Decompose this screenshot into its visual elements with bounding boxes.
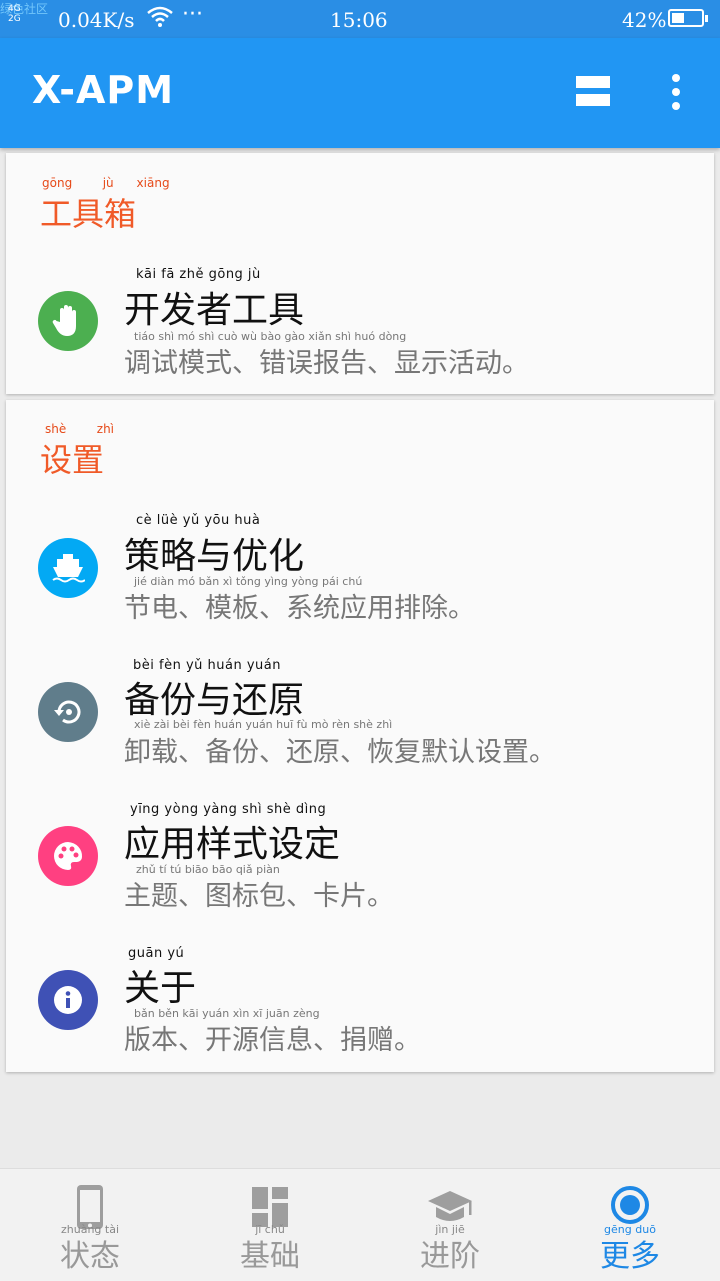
- item-title: 应用样式设定: [124, 824, 341, 865]
- ship-icon: [38, 538, 98, 598]
- view-stream-icon[interactable]: [572, 74, 612, 110]
- app-title: X-APM: [32, 68, 175, 112]
- item-title: 关于: [124, 968, 197, 1009]
- toolbox-card: gōng jù xiāng 工具箱 kāi fā zhě gōng jù 开发者…: [6, 153, 714, 394]
- more-vert-icon[interactable]: [660, 70, 692, 114]
- item-title: 策略与优化: [124, 536, 305, 577]
- list-item-app-style[interactable]: yīng yòng yàng shì shè dìng 应用样式设定 zhǔ t…: [6, 788, 714, 928]
- status-bar: 绿色社区 4G 2G 0.04K/s ··· 15:06 42%: [0, 0, 720, 38]
- restore-icon: [38, 682, 98, 742]
- tab-more[interactable]: gēng duō 更多: [540, 1169, 720, 1281]
- section-title-toolbox: 工具箱: [40, 195, 137, 233]
- battery-percent: 42%: [622, 8, 667, 32]
- bottom-navigation: zhuàng tài 状态 jī chǔ 基础 jìn jiē 进阶 gēng …: [0, 1168, 720, 1281]
- item-subtitle: 主题、图标包、卡片。: [124, 881, 394, 912]
- item-subtitle: 调试模式、错误报告、显示活动。: [124, 348, 529, 379]
- item-title-pinyin: cè lüè yǔ yōu huà: [136, 513, 261, 528]
- tab-advanced[interactable]: jìn jiē 进阶: [360, 1169, 540, 1281]
- network-speed: 0.04K/s: [58, 8, 135, 32]
- section-title-pinyin: shè zhì: [45, 422, 115, 436]
- tab-basic[interactable]: jī chǔ 基础: [180, 1169, 360, 1281]
- tab-label: 进阶: [420, 1239, 480, 1274]
- tab-status[interactable]: zhuàng tài 状态: [0, 1169, 180, 1281]
- list-item-about[interactable]: guān yú 关于 bǎn běn kāi yuán xìn xī juān …: [6, 932, 714, 1072]
- settings-card: shè zhì 设置 cè lüè yǔ yōu huà 策略与优化 jié d…: [6, 400, 714, 1072]
- hand-icon: [38, 291, 98, 351]
- item-subtitle: 版本、开源信息、捐赠。: [124, 1025, 421, 1056]
- app-bar: X-APM: [0, 38, 720, 148]
- item-subtitle: 节电、模板、系统应用排除。: [124, 593, 475, 624]
- list-item-backup-restore[interactable]: bèi fèn yǔ huán yuán 备份与还原 xiè zài bèi f…: [6, 644, 714, 784]
- battery-icon: [668, 9, 708, 27]
- info-icon: [38, 970, 98, 1030]
- wifi-icon: [147, 6, 173, 27]
- item-subtitle: 卸载、备份、还原、恢复默认设置。: [124, 737, 556, 768]
- item-title-pinyin: kāi fā zhě gōng jù: [136, 267, 261, 282]
- section-title-settings: 设置: [40, 441, 105, 479]
- signal-icon: 4G 2G: [8, 4, 21, 24]
- tab-label: 状态: [60, 1239, 120, 1274]
- list-item-developer-tools[interactable]: kāi fā zhě gōng jù 开发者工具 tiáo shì mó shì…: [6, 253, 714, 393]
- tab-label: 更多: [600, 1239, 660, 1274]
- section-title-pinyin: gōng jù xiāng: [42, 176, 170, 190]
- more-status-icon: ···: [182, 2, 203, 27]
- clock: 15:06: [330, 8, 388, 32]
- item-title: 备份与还原: [124, 680, 305, 721]
- palette-icon: [38, 826, 98, 886]
- item-title: 开发者工具: [124, 290, 305, 331]
- list-item-strategy[interactable]: cè lüè yǔ yōu huà 策略与优化 jié diàn mó bǎn …: [6, 500, 714, 640]
- tab-label: 基础: [240, 1239, 300, 1274]
